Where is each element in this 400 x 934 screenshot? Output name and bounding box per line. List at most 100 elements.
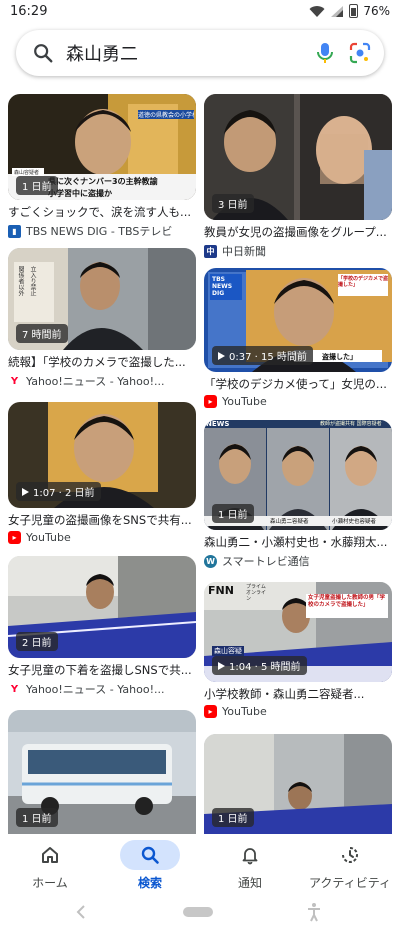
result-thumbnail[interactable]: FNN プライム オンライン 女子児童盗撮した教師の男「学校のカメラで盗撮した」… bbox=[204, 582, 392, 682]
back-icon[interactable] bbox=[74, 904, 88, 920]
result-title[interactable]: 女子児童の盗撮画像をSNSで共有... bbox=[8, 513, 196, 528]
yahoo-icon: Y bbox=[8, 374, 21, 388]
time-badge: 2 日前 bbox=[16, 632, 58, 651]
video-badge: 0:37 · 15 時間前 bbox=[212, 346, 313, 365]
result-card[interactable]: 1:07 · 2 日前 女子児童の盗撮画像をSNSで共有... ▸ YouTub… bbox=[8, 402, 196, 544]
result-card[interactable]: 1 日前 bbox=[8, 710, 196, 834]
result-card[interactable]: 道徳の県教会の小学校 教員盗撮事件 県に次ぐナンバー3の主幹教諭 小学習中に盗撮… bbox=[8, 94, 196, 239]
tbs-news-icon: ▮ bbox=[8, 224, 21, 238]
time-badge: 1 日前 bbox=[16, 176, 58, 195]
news-logo: NEWS bbox=[206, 420, 230, 428]
time-badge: 1 日前 bbox=[212, 808, 254, 827]
sign-text: 関係者以外 bbox=[17, 266, 24, 296]
signal-icon bbox=[331, 5, 344, 17]
video-badge: 1:04 · 5 時間前 bbox=[212, 656, 307, 675]
nav-search-label: 検索 bbox=[137, 876, 162, 890]
youtube-icon: ▸ bbox=[204, 705, 217, 718]
result-title[interactable]: 森山勇二・小瀬村史也・水藤翔太... bbox=[204, 535, 392, 550]
result-title[interactable]: 女子児童の下着を盗撮しSNSで共... bbox=[8, 663, 196, 678]
fnn-logo-sub: プライム オンライン bbox=[246, 584, 267, 602]
quote-caption: 女子児童盗撮した教師の男「学校のカメラで盗撮した」 bbox=[308, 595, 386, 608]
result-thumbnail[interactable]: 2 日前 bbox=[8, 556, 196, 658]
battery-icon bbox=[349, 4, 359, 18]
video-badge: 1:07 · 2 日前 bbox=[16, 482, 101, 501]
result-card[interactable]: 3 日前 教員が女児の盗撮画像をグループ... 中 中日新聞 bbox=[204, 94, 392, 259]
youtube-icon: ▸ bbox=[204, 395, 217, 408]
result-card[interactable]: TBS NEWS DIG 「学校のデジカメで盗撮した」 盗撮した」 0:37 ·… bbox=[204, 268, 392, 408]
accessibility-icon[interactable] bbox=[306, 902, 322, 922]
home-handle[interactable] bbox=[183, 907, 213, 917]
home-icon bbox=[42, 847, 58, 863]
chunichi-icon: 中 bbox=[204, 244, 217, 258]
name-chip: 森山容疑者 bbox=[14, 170, 40, 176]
search-bar[interactable]: 森山勇二 bbox=[16, 30, 384, 76]
nav-home-label: ホーム bbox=[32, 876, 68, 890]
result-card[interactable]: NEWS 教師が盗撮共有 国際容疑者 森山勇二容疑者 小瀬村史也容疑者 1 日前… bbox=[204, 420, 392, 569]
nav-activity-label: アクティビティ bbox=[309, 876, 391, 890]
sign-text: 立入り禁止 bbox=[29, 266, 36, 296]
result-title[interactable]: すごくショックで、涙を流す人も... bbox=[8, 205, 196, 220]
news-caption-top: 道徳の県教会の小学校 教員盗撮事件 bbox=[138, 112, 194, 119]
search-query-text[interactable]: 森山勇二 bbox=[66, 40, 314, 66]
status-bar: 16:29 76% bbox=[0, 0, 400, 26]
result-title[interactable]: 小学校教師・森山勇二容疑者... bbox=[204, 687, 392, 702]
result-source[interactable]: ▸ YouTube bbox=[204, 395, 392, 408]
name-caption: 森山勇二容疑者 bbox=[270, 519, 309, 525]
time-badge: 1 日前 bbox=[212, 504, 254, 523]
result-source[interactable]: Y Yahoo!ニュース - Yahoo!... bbox=[8, 681, 196, 697]
result-source[interactable]: ▮ TBS NEWS DIG - TBSテレビ bbox=[8, 223, 196, 239]
name-chip: 森山容疑 bbox=[212, 646, 244, 656]
status-icons: 76% bbox=[309, 4, 390, 18]
result-thumbnail[interactable]: 3 日前 bbox=[204, 94, 392, 220]
wordpress-icon: W bbox=[204, 554, 217, 568]
result-thumbnail[interactable]: 1:07 · 2 日前 bbox=[8, 402, 196, 508]
result-thumbnail[interactable]: 1 日前 bbox=[204, 734, 392, 834]
system-navigation-bar bbox=[0, 898, 400, 934]
nav-activity[interactable]: アクティビティ bbox=[300, 840, 400, 891]
result-source[interactable]: Y Yahoo!ニュース - Yahoo!... bbox=[8, 373, 196, 389]
time-badge: 1 日前 bbox=[16, 808, 58, 827]
status-time: 16:29 bbox=[10, 4, 48, 19]
search-icon[interactable] bbox=[32, 42, 54, 64]
result-source[interactable]: ▸ YouTube bbox=[204, 705, 392, 718]
yahoo-icon: Y bbox=[8, 682, 21, 696]
result-card[interactable]: FNN プライム オンライン 女子児童盗撮した教師の男「学校のカメラで盗撮した」… bbox=[204, 582, 392, 718]
youtube-icon: ▸ bbox=[8, 531, 21, 544]
nav-notifications-label: 通知 bbox=[237, 876, 262, 890]
activity-icon bbox=[342, 847, 358, 863]
result-thumbnail[interactable]: TBS NEWS DIG 「学校のデジカメで盗撮した」 盗撮した」 0:37 ·… bbox=[204, 268, 392, 372]
result-title[interactable]: 続報】「学校のカメラで盗撮した... bbox=[8, 355, 196, 370]
nav-notifications[interactable]: 通知 bbox=[200, 840, 300, 891]
bottom-navigation: ホーム 検索 通知 アクティビティ bbox=[0, 834, 400, 898]
nav-home[interactable]: ホーム bbox=[0, 840, 100, 891]
news-caption-sub: 小学習中に盗撮か bbox=[48, 189, 112, 198]
google-lens-icon[interactable] bbox=[348, 41, 372, 65]
header-caption: 教師が盗撮共有 国際容疑者 bbox=[320, 421, 382, 427]
result-source[interactable]: ▸ YouTube bbox=[8, 531, 196, 544]
result-source[interactable]: 中 中日新聞 bbox=[204, 243, 392, 259]
search-icon bbox=[141, 846, 159, 864]
time-badge: 3 日前 bbox=[212, 194, 254, 213]
name-caption: 小瀬村史也容疑者 bbox=[332, 519, 377, 525]
play-icon bbox=[218, 351, 225, 360]
battery-level: 76% bbox=[363, 4, 390, 18]
result-title[interactable]: 「学校のデジカメ使って」女児の... bbox=[204, 377, 392, 392]
tbs-logo: TBS NEWS DIG bbox=[212, 276, 233, 297]
result-card[interactable]: 1 日前 bbox=[204, 734, 392, 834]
wifi-icon bbox=[309, 5, 325, 17]
play-icon bbox=[218, 661, 225, 670]
result-card[interactable]: 2 日前 女子児童の下着を盗撮しSNSで共... Y Yahoo!ニュース - … bbox=[8, 556, 196, 697]
sub-caption: 盗撮した」 bbox=[322, 353, 357, 361]
result-thumbnail[interactable]: 関係者以外 立入り禁止 7 時間前 bbox=[8, 248, 196, 350]
result-thumbnail[interactable]: NEWS 教師が盗撮共有 国際容疑者 森山勇二容疑者 小瀬村史也容疑者 1 日前 bbox=[204, 420, 392, 530]
result-source[interactable]: W スマートレビ通信 bbox=[204, 553, 392, 569]
result-thumbnail[interactable]: 道徳の県教会の小学校 教員盗撮事件 県に次ぐナンバー3の主幹教諭 小学習中に盗撮… bbox=[8, 94, 196, 200]
result-thumbnail[interactable]: 1 日前 bbox=[8, 710, 196, 834]
time-badge: 7 時間前 bbox=[16, 324, 68, 343]
nav-search[interactable]: 検索 bbox=[100, 840, 200, 891]
result-title[interactable]: 教員が女児の盗撮画像をグループ... bbox=[204, 225, 392, 240]
result-card[interactable]: 関係者以外 立入り禁止 7 時間前 続報】「学校のカメラで盗撮した... Y Y… bbox=[8, 248, 196, 389]
fnn-logo: FNN bbox=[208, 584, 234, 597]
quote-caption: 「学校のデジカメで盗撮した」 bbox=[338, 276, 389, 288]
microphone-icon[interactable] bbox=[314, 41, 336, 65]
